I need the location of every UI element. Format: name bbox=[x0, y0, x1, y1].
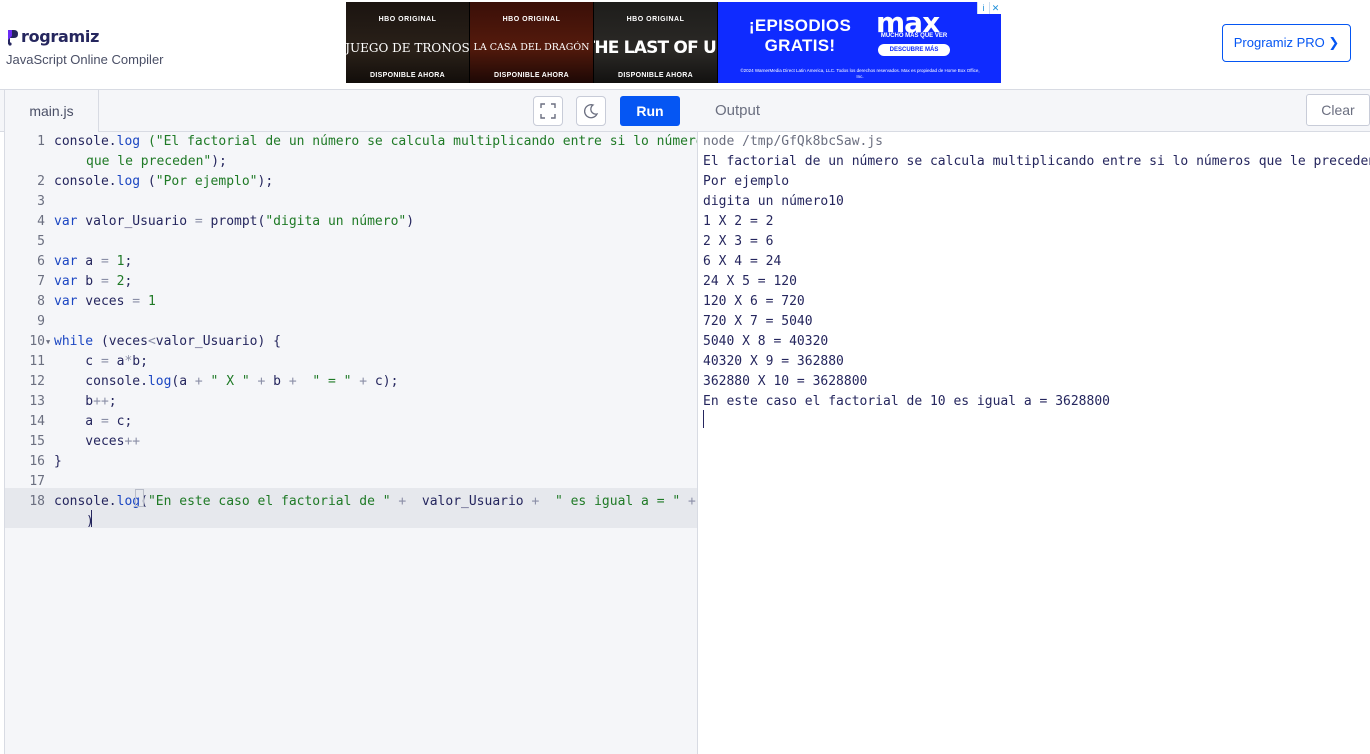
line-number: 9 bbox=[37, 314, 45, 329]
line-number: 14 bbox=[29, 414, 45, 429]
ad-available-label: DISPONIBLE AHORA bbox=[618, 72, 693, 79]
hbo-original-badge: HBO ORIGINAL bbox=[502, 16, 561, 23]
hbo-original-badge: HBO ORIGINAL bbox=[378, 16, 437, 23]
site-header: rogramiz JavaScript Online Compiler HBO … bbox=[0, 0, 1370, 90]
code-line-18-wrap: ) bbox=[86, 514, 94, 529]
code-line-1: console.log ("El factorial de un número … bbox=[54, 134, 698, 149]
line-number: 17 bbox=[29, 474, 45, 489]
ad-promo-text: ¡EPISODIOS GRATIS! bbox=[748, 16, 852, 55]
line-number: 1 bbox=[37, 134, 45, 149]
output-panel-title: Output bbox=[715, 102, 761, 119]
moon-icon bbox=[584, 104, 599, 119]
output-line: 362880 X 10 = 3628800 bbox=[703, 374, 868, 389]
line-number: 18 bbox=[29, 494, 45, 509]
line-number: 13 bbox=[29, 394, 45, 409]
output-line: digita un número10 bbox=[703, 194, 844, 209]
line-number: 15 bbox=[29, 434, 45, 449]
output-line: En este caso el factorial de 10 es igual… bbox=[703, 394, 1110, 409]
code-line-18: console.log("En este caso el factorial d… bbox=[54, 494, 696, 509]
output-line: 2 X 3 = 6 bbox=[703, 234, 774, 249]
ad-tile-juego-de-tronos[interactable]: HBO ORIGINAL JUEGO DE TRONOS DISPONIBLE … bbox=[346, 2, 469, 83]
output-command-line: node /tmp/GfQk8bcSaw.js bbox=[703, 134, 884, 149]
output-cursor bbox=[703, 410, 704, 428]
output-line: El factorial de un número se calcula mul… bbox=[703, 154, 1370, 169]
ad-tile-casa-del-dragon[interactable]: HBO ORIGINAL LA CASA DEL DRAGÓN DISPONIB… bbox=[470, 2, 593, 83]
programiz-pro-button[interactable]: Programiz PRO ❯ bbox=[1222, 24, 1351, 62]
theme-toggle-button[interactable] bbox=[576, 96, 606, 126]
output-line: 5040 X 8 = 40320 bbox=[703, 334, 829, 349]
output-console[interactable]: node /tmp/GfQk8bcSaw.js El factorial de … bbox=[699, 132, 1370, 754]
advertisement-banner[interactable]: HBO ORIGINAL JUEGO DE TRONOS DISPONIBLE … bbox=[346, 2, 1001, 83]
line-number: 8 bbox=[37, 294, 45, 309]
matching-bracket-highlight bbox=[135, 489, 144, 507]
ad-show-title: JUEGO DE TRONOS bbox=[346, 40, 469, 55]
ad-available-label: DISPONIBLE AHORA bbox=[370, 72, 445, 79]
run-button[interactable]: Run bbox=[620, 96, 680, 126]
ad-show-title: LA CASA DEL DRAGÓN bbox=[473, 42, 590, 53]
line-number: 6 bbox=[37, 254, 45, 269]
code-line-2: console.log ("Por ejemplo"); bbox=[54, 174, 274, 189]
clear-output-button[interactable]: Clear bbox=[1306, 94, 1370, 126]
line-number: 16 bbox=[29, 454, 45, 469]
line-number: 3 bbox=[37, 194, 45, 209]
ad-available-label: DISPONIBLE AHORA bbox=[494, 72, 569, 79]
compiler-toolbar: main.js Run Output Clear bbox=[0, 90, 1370, 132]
output-line: 720 X 7 = 5040 bbox=[703, 314, 813, 329]
max-tagline: MUCHO MÁS QUE VER bbox=[880, 33, 948, 39]
code-line-12: console.log(a + " X " + b + " = " + c); bbox=[54, 374, 399, 389]
output-line: 24 X 5 = 120 bbox=[703, 274, 797, 289]
line-number: 4 bbox=[37, 214, 45, 229]
programiz-logo[interactable]: rogramiz bbox=[6, 27, 99, 46]
fullscreen-button[interactable] bbox=[533, 96, 563, 126]
output-line: 120 X 6 = 720 bbox=[703, 294, 805, 309]
fold-arrow-icon[interactable]: ▼ bbox=[46, 332, 50, 352]
code-line-6: var a = 1; bbox=[54, 254, 133, 269]
code-line-11: c = a*b; bbox=[54, 354, 148, 369]
code-line-15: veces++ bbox=[54, 434, 141, 449]
output-line: 40320 X 9 = 362880 bbox=[703, 354, 844, 369]
ad-close-icon[interactable]: ✕ bbox=[989, 2, 1001, 14]
ad-legal-text: ©2024 WarnerMedia Direct Latin America, … bbox=[740, 68, 980, 79]
brand-name: rogramiz bbox=[21, 27, 100, 46]
line-number: 11 bbox=[29, 354, 45, 369]
code-line-13: b++; bbox=[54, 394, 117, 409]
code-line-7: var b = 2; bbox=[54, 274, 133, 289]
tab-main-js[interactable]: main.js bbox=[4, 90, 99, 132]
code-line-8: var veces = 1 bbox=[54, 294, 156, 309]
output-line: 1 X 2 = 2 bbox=[703, 214, 774, 229]
line-number: 12 bbox=[29, 374, 45, 389]
fullscreen-icon bbox=[540, 103, 556, 119]
line-number: 5 bbox=[37, 234, 45, 249]
output-line: 6 X 4 = 24 bbox=[703, 254, 782, 269]
code-line-14: a = c; bbox=[54, 414, 133, 429]
page-subtitle: JavaScript Online Compiler bbox=[6, 52, 164, 67]
ad-controls: i ✕ bbox=[977, 2, 1001, 14]
code-editor[interactable]: 1 2 3 4 5 6 7 8 9 10 ▼ 11 12 13 14 15 16… bbox=[4, 132, 698, 754]
line-number: 10 bbox=[29, 334, 45, 349]
code-line-4: var valor_Usuario = prompt("digita un nú… bbox=[54, 214, 415, 229]
text-cursor bbox=[91, 510, 92, 527]
ad-cta-button[interactable]: DESCUBRE MÁS bbox=[878, 44, 950, 56]
code-line-10: while (veces<valor_Usuario) { bbox=[54, 334, 281, 349]
hbo-original-badge: HBO ORIGINAL bbox=[626, 16, 685, 23]
ad-show-title: THE LAST OF US bbox=[594, 37, 717, 58]
output-line: Por ejemplo bbox=[703, 174, 790, 189]
ad-tile-the-last-of-us[interactable]: HBO ORIGINAL THE LAST OF US DISPONIBLE A… bbox=[594, 2, 717, 83]
line-number: 7 bbox=[37, 274, 45, 289]
line-number: 2 bbox=[37, 174, 45, 189]
ad-promo-panel[interactable]: ¡EPISODIOS GRATIS! max MUCHO MÁS QUE VER… bbox=[718, 2, 1001, 83]
programiz-logo-icon bbox=[8, 29, 18, 46]
ad-info-icon[interactable]: i bbox=[977, 2, 989, 14]
code-line-1-wrap: que le preceden"); bbox=[86, 154, 227, 169]
code-line-16: } bbox=[54, 454, 62, 469]
